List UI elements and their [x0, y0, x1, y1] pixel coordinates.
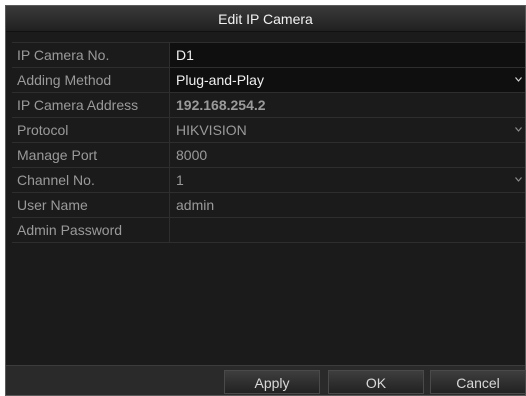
protocol-select: HIKVISION [170, 118, 525, 142]
user-name-label: User Name [12, 193, 170, 217]
chevron-down-icon [515, 168, 523, 192]
adding-method-select[interactable]: Plug-and-Play [170, 68, 525, 92]
row-user-name: User Name admin [12, 193, 525, 218]
ip-camera-address-label: IP Camera Address [12, 93, 170, 117]
manage-port-label: Manage Port [12, 143, 170, 167]
ip-camera-no-label: IP Camera No. [12, 43, 170, 67]
adding-method-label: Adding Method [12, 68, 170, 92]
row-channel-no: Channel No. 1 [12, 168, 525, 193]
ip-camera-address-field: 192.168.254.2 [176, 97, 266, 113]
row-ip-camera-no: IP Camera No. D1 [12, 43, 525, 68]
row-ip-camera-address: IP Camera Address 192.168.254.2 [12, 93, 525, 118]
row-manage-port: Manage Port 8000 [12, 143, 525, 168]
channel-no-value: 1 [176, 172, 184, 188]
ip-camera-no-value: D1 [170, 43, 525, 67]
channel-no-label: Channel No. [12, 168, 170, 192]
admin-password-field [170, 218, 525, 242]
admin-password-label: Admin Password [12, 218, 170, 242]
protocol-label: Protocol [12, 118, 170, 142]
edit-ip-camera-dialog: Edit IP Camera IP Camera No. D1 Adding M… [5, 5, 526, 396]
channel-no-select: 1 [170, 168, 525, 192]
dialog-footer: Apply OK Cancel [6, 365, 526, 395]
chevron-down-icon [515, 118, 523, 142]
cancel-button[interactable]: Cancel [430, 370, 526, 394]
protocol-value: HIKVISION [176, 122, 247, 138]
camera-settings-form: IP Camera No. D1 Adding Method Plug-and-… [12, 42, 525, 243]
row-admin-password: Admin Password [12, 218, 525, 243]
row-adding-method: Adding Method Plug-and-Play [12, 68, 525, 93]
ok-button[interactable]: OK [328, 370, 424, 394]
chevron-down-icon [515, 68, 523, 92]
user-name-field: admin [176, 197, 215, 213]
manage-port-field: 8000 [176, 147, 208, 163]
apply-button[interactable]: Apply [224, 370, 320, 394]
row-protocol: Protocol HIKVISION [12, 118, 525, 143]
adding-method-value: Plug-and-Play [176, 72, 264, 88]
dialog-title: Edit IP Camera [6, 6, 525, 32]
